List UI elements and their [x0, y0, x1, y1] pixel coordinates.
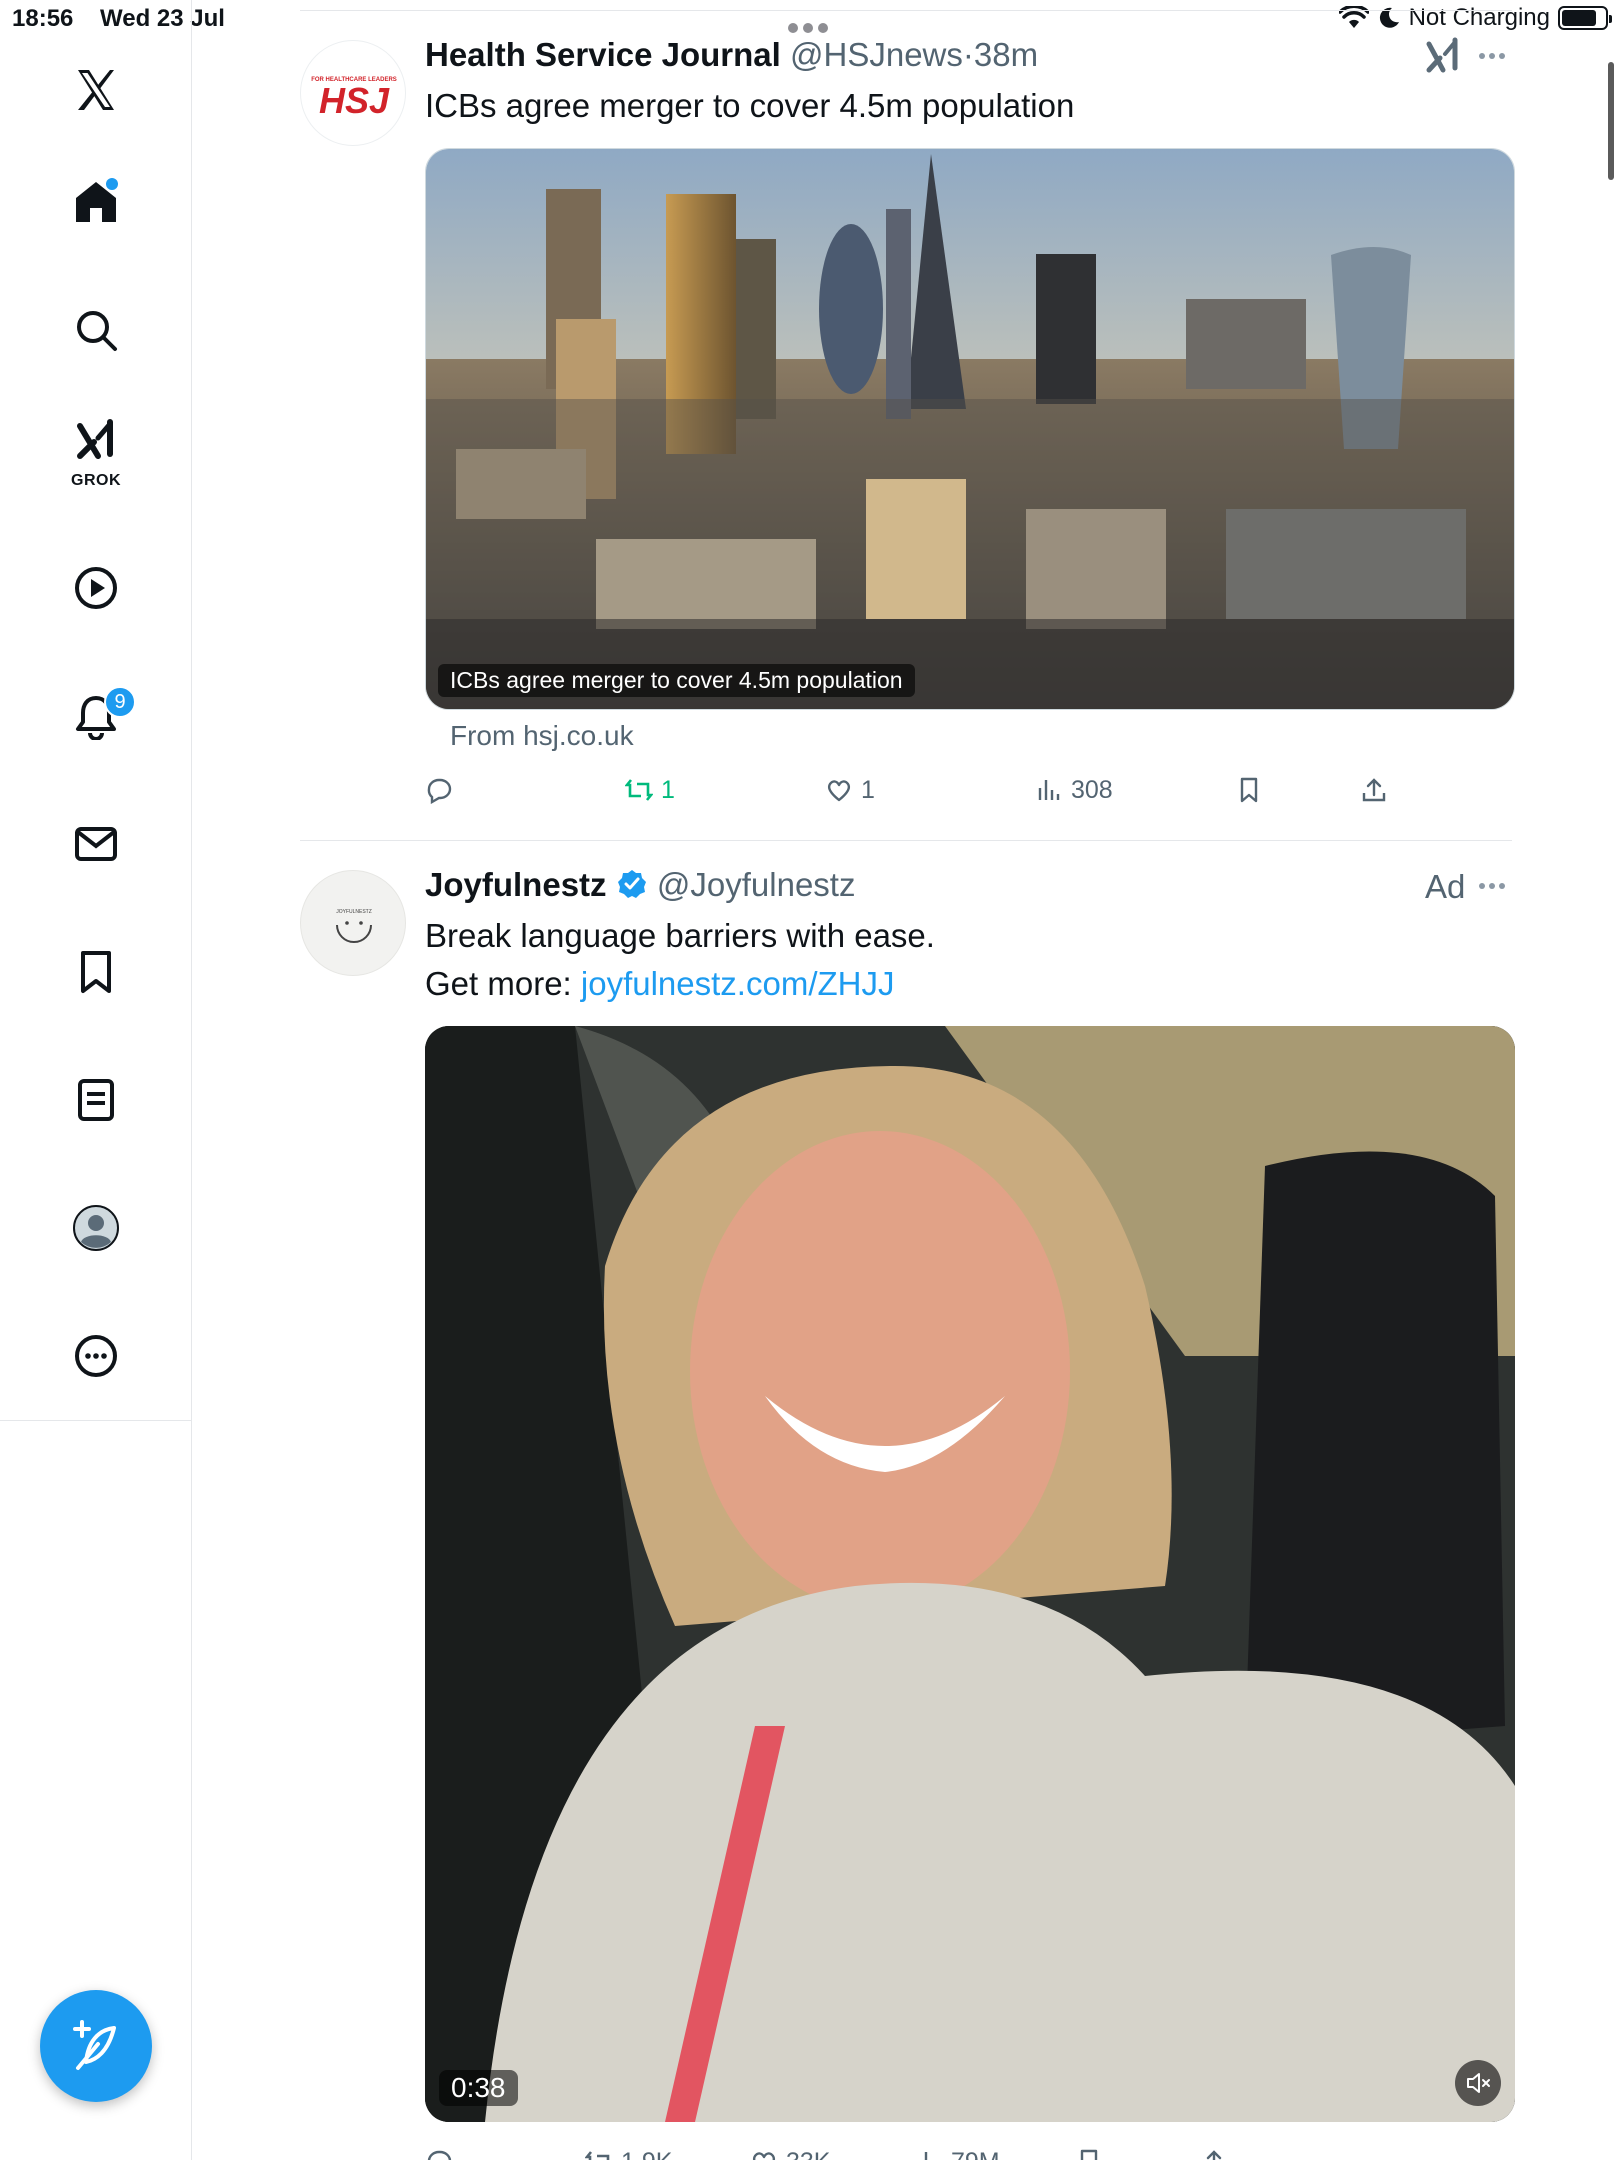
sidebar-divider [0, 1420, 192, 1421]
avatar[interactable]: FOR HEALTHCARE LEADERS HSJ [300, 40, 406, 146]
timestamp[interactable]: 38m [974, 36, 1038, 73]
separator: · [962, 36, 974, 73]
svg-text:JOYFULNESTZ: JOYFULNESTZ [336, 909, 372, 915]
views-button[interactable]: 308 [1035, 768, 1113, 812]
tweet-actions: 1.9K 33K 79M [425, 2140, 1405, 2160]
views-button[interactable]: 79M [915, 2140, 1000, 2160]
sidebar-item-grok[interactable]: GROK [56, 410, 136, 490]
views-icon [1038, 780, 1060, 800]
city-skyline-image [426, 149, 1514, 709]
video-player[interactable]: 0:38 [425, 1026, 1515, 2122]
like-count: 1 [861, 775, 875, 804]
card-source[interactable]: From hsj.co.uk [450, 720, 634, 752]
like-button[interactable]: 33K [750, 2140, 830, 2160]
sidebar-item-bookmarks[interactable] [56, 932, 136, 1012]
bookmark-icon [81, 951, 111, 993]
like-count: 33K [786, 2148, 830, 2160]
home-unread-dot [106, 178, 118, 190]
svg-text:HSJ: HSJ [319, 80, 390, 121]
envelope-icon [75, 827, 117, 861]
retweet-button[interactable]: 1 [625, 768, 675, 812]
handle[interactable]: @Joyfulnestz [657, 866, 856, 903]
share-button[interactable] [1200, 2140, 1228, 2160]
share-button[interactable] [1360, 768, 1388, 812]
share-icon [1206, 2150, 1222, 2160]
scrollbar-thumb[interactable] [1608, 62, 1614, 180]
more-circle-icon [75, 1335, 117, 1377]
tweet-text-line1: Break language barriers with ease. [425, 917, 935, 954]
compose-icon [73, 2020, 116, 2070]
reply-button[interactable] [425, 2140, 461, 2160]
sidebar-item-home[interactable] [56, 162, 136, 242]
heart-icon [752, 2152, 776, 2160]
more-options-button[interactable] [1472, 36, 1512, 76]
tweet-text: Break language barriers with ease. Get m… [425, 912, 935, 1008]
mute-toggle-button[interactable] [1455, 2060, 1501, 2106]
sidebar-item-explore[interactable] [56, 290, 136, 370]
link-card-image[interactable]: ICBs agree merger to cover 4.5m populati… [425, 148, 1515, 710]
avatar-icon [73, 1205, 119, 1251]
tweet-hsj[interactable]: FOR HEALTHCARE LEADERS HSJ Health Servic… [300, 0, 1515, 840]
like-button[interactable]: 1 [825, 768, 875, 812]
retweet-button[interactable]: 1.9K [585, 2140, 672, 2160]
tweet-actions: 1 1 308 [425, 768, 1405, 812]
retweet-count: 1.9K [621, 2148, 672, 2160]
sidebar-item-notifications[interactable]: 9 [56, 676, 136, 756]
sidebar: GROK 9 [0, 0, 192, 2160]
muted-speaker-icon [1467, 2073, 1490, 2093]
retweet-icon [625, 779, 653, 801]
display-name[interactable]: Joyfulnestz [425, 866, 607, 903]
battery-icon [1558, 6, 1612, 30]
views-count: 308 [1071, 775, 1113, 804]
avatar[interactable]: JOYFULNESTZ [300, 870, 406, 976]
sidebar-item-more[interactable] [56, 1316, 136, 1396]
sidebar-item-lists[interactable] [56, 1060, 136, 1140]
reply-icon [427, 2150, 452, 2160]
bookmark-icon [1240, 777, 1258, 803]
x-logo-icon[interactable] [56, 50, 136, 130]
retweet-icon [585, 2151, 610, 2160]
bookmark-button[interactable] [1235, 768, 1263, 812]
search-icon [77, 311, 117, 351]
more-options-button[interactable] [1472, 866, 1512, 906]
tweet-text-line2: Get more: joyfulnestz.com/ZHJJ [425, 960, 935, 1008]
views-count: 79M [951, 2148, 1000, 2160]
reply-icon [427, 778, 452, 804]
bookmark-button[interactable] [1075, 2140, 1103, 2160]
bookmark-icon [1080, 2149, 1098, 2160]
tweet-text-prefix: Get more: [425, 965, 581, 1002]
ad-label: Ad [1425, 868, 1466, 905]
display-name[interactable]: Health Service Journal [425, 36, 781, 73]
sidebar-item-messages[interactable] [56, 804, 136, 884]
sidebar-item-profile[interactable] [56, 1188, 136, 1268]
views-icon [924, 2152, 928, 2160]
grok-explain-icon[interactable] [1425, 36, 1461, 76]
notification-count-badge: 9 [104, 686, 136, 718]
tweet-link[interactable]: joyfulnestz.com/ZHJJ [581, 965, 895, 1002]
retweet-count: 1 [661, 775, 675, 804]
grok-label: GROK [71, 472, 121, 489]
tweet-header: Joyfulnestz @Joyfulnestz [425, 866, 855, 904]
sidebar-item-videos[interactable] [56, 548, 136, 628]
reply-button[interactable] [425, 768, 461, 812]
handle[interactable]: @HSJnews [790, 36, 963, 73]
verified-badge-icon [617, 870, 646, 898]
video-frame-image [425, 1026, 1515, 2122]
compose-button[interactable] [40, 1990, 152, 2102]
tweet-text: ICBs agree merger to cover 4.5m populati… [425, 87, 1075, 124]
grok-icon [77, 419, 113, 459]
play-icon [75, 567, 117, 609]
tweet-header: Health Service Journal @HSJnews·38m [425, 36, 1038, 74]
card-caption: ICBs agree merger to cover 4.5m populati… [438, 664, 915, 697]
list-icon [78, 1079, 114, 1121]
share-icon [1362, 778, 1386, 802]
tweet-ad-joyfulnestz[interactable]: JOYFULNESTZ Joyfulnestz @Joyfulnestz Ad … [300, 840, 1515, 2160]
video-duration: 0:38 [439, 2070, 518, 2106]
heart-icon [827, 780, 851, 802]
